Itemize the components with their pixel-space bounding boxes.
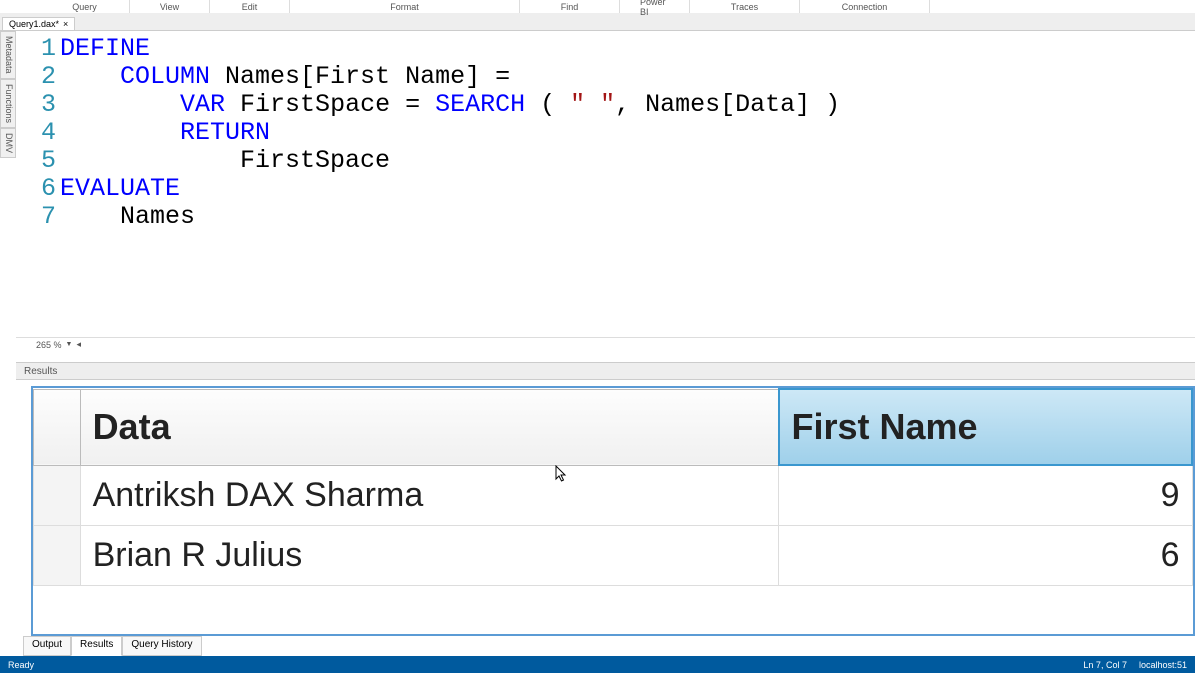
menu-find[interactable]: Find: [520, 0, 620, 13]
bottom-tab-output[interactable]: Output: [23, 636, 71, 656]
cell-first-name[interactable]: 6: [779, 526, 1193, 586]
status-text: Ready: [8, 660, 34, 670]
bottom-tabs: OutputResultsQuery History: [23, 636, 202, 656]
menu-query[interactable]: Query: [40, 0, 130, 13]
row-selector-header[interactable]: [34, 389, 81, 465]
code-line[interactable]: VAR FirstSpace = SEARCH ( " ", Names[Dat…: [60, 91, 1195, 119]
side-tab-functions[interactable]: Functions: [0, 79, 16, 128]
code-editor[interactable]: 1234567 DEFINE COLUMN Names[First Name] …: [16, 31, 1195, 351]
cursor-position: Ln 7, Col 7: [1083, 660, 1127, 670]
side-tab-metadata[interactable]: Metadata: [0, 31, 16, 79]
connection-status: localhost:51: [1139, 660, 1187, 670]
results-panel-header: Results: [16, 362, 1195, 380]
code-content[interactable]: DEFINE COLUMN Names[First Name] = VAR Fi…: [60, 35, 1195, 337]
menu-view[interactable]: View: [130, 0, 210, 13]
status-bar: Ready Ln 7, Col 7 localhost:51: [0, 656, 1195, 673]
cell-data[interactable]: Antriksh DAX Sharma: [80, 465, 778, 526]
zoom-level[interactable]: 265 %: [36, 340, 62, 350]
menu-edit[interactable]: Edit: [210, 0, 290, 13]
code-line[interactable]: COLUMN Names[First Name] =: [60, 63, 1195, 91]
table-row[interactable]: Brian R Julius6: [34, 526, 1193, 586]
column-header[interactable]: Data: [80, 389, 778, 465]
menu-connection[interactable]: Connection: [800, 0, 930, 13]
code-line[interactable]: DEFINE: [60, 35, 1195, 63]
code-line[interactable]: EVALUATE: [60, 175, 1195, 203]
cell-data[interactable]: Brian R Julius: [80, 526, 778, 586]
code-line[interactable]: Names: [60, 203, 1195, 231]
code-line[interactable]: RETURN: [60, 119, 1195, 147]
results-grid[interactable]: DataFirst Name Antriksh DAX Sharma9Brian…: [31, 386, 1195, 636]
column-header[interactable]: First Name: [779, 389, 1193, 465]
line-gutter: 1234567: [16, 35, 60, 337]
results-label: Results: [24, 366, 57, 377]
zoom-dropdown-icon[interactable]: ▼: [66, 341, 73, 348]
side-tabs: MetadataFunctionsDMV: [0, 31, 16, 158]
row-selector[interactable]: [34, 526, 81, 586]
menu-traces[interactable]: Traces: [690, 0, 800, 13]
table-row[interactable]: Antriksh DAX Sharma9: [34, 465, 1193, 526]
bottom-tab-query-history[interactable]: Query History: [122, 636, 201, 656]
results-grid-container: DataFirst Name Antriksh DAX Sharma9Brian…: [23, 380, 1195, 636]
scroll-left-icon[interactable]: ◂: [76, 339, 81, 350]
editor-footer: 265 % ▼ ◂: [16, 337, 1195, 351]
tab-label: Query1.dax*: [9, 19, 59, 29]
menu-bar: QueryViewEditFormatFindPower BITracesCon…: [0, 0, 1195, 13]
document-tab[interactable]: Query1.dax* ×: [2, 17, 75, 30]
document-tabs: Query1.dax* ×: [0, 13, 1195, 31]
cell-first-name[interactable]: 9: [779, 465, 1193, 526]
menu-power-bi[interactable]: Power BI: [620, 0, 690, 13]
bottom-tab-results[interactable]: Results: [71, 636, 122, 656]
row-selector[interactable]: [34, 465, 81, 526]
code-line[interactable]: FirstSpace: [60, 147, 1195, 175]
menu-format[interactable]: Format: [290, 0, 520, 13]
close-icon[interactable]: ×: [63, 19, 68, 29]
side-tab-dmv[interactable]: DMV: [0, 128, 16, 158]
